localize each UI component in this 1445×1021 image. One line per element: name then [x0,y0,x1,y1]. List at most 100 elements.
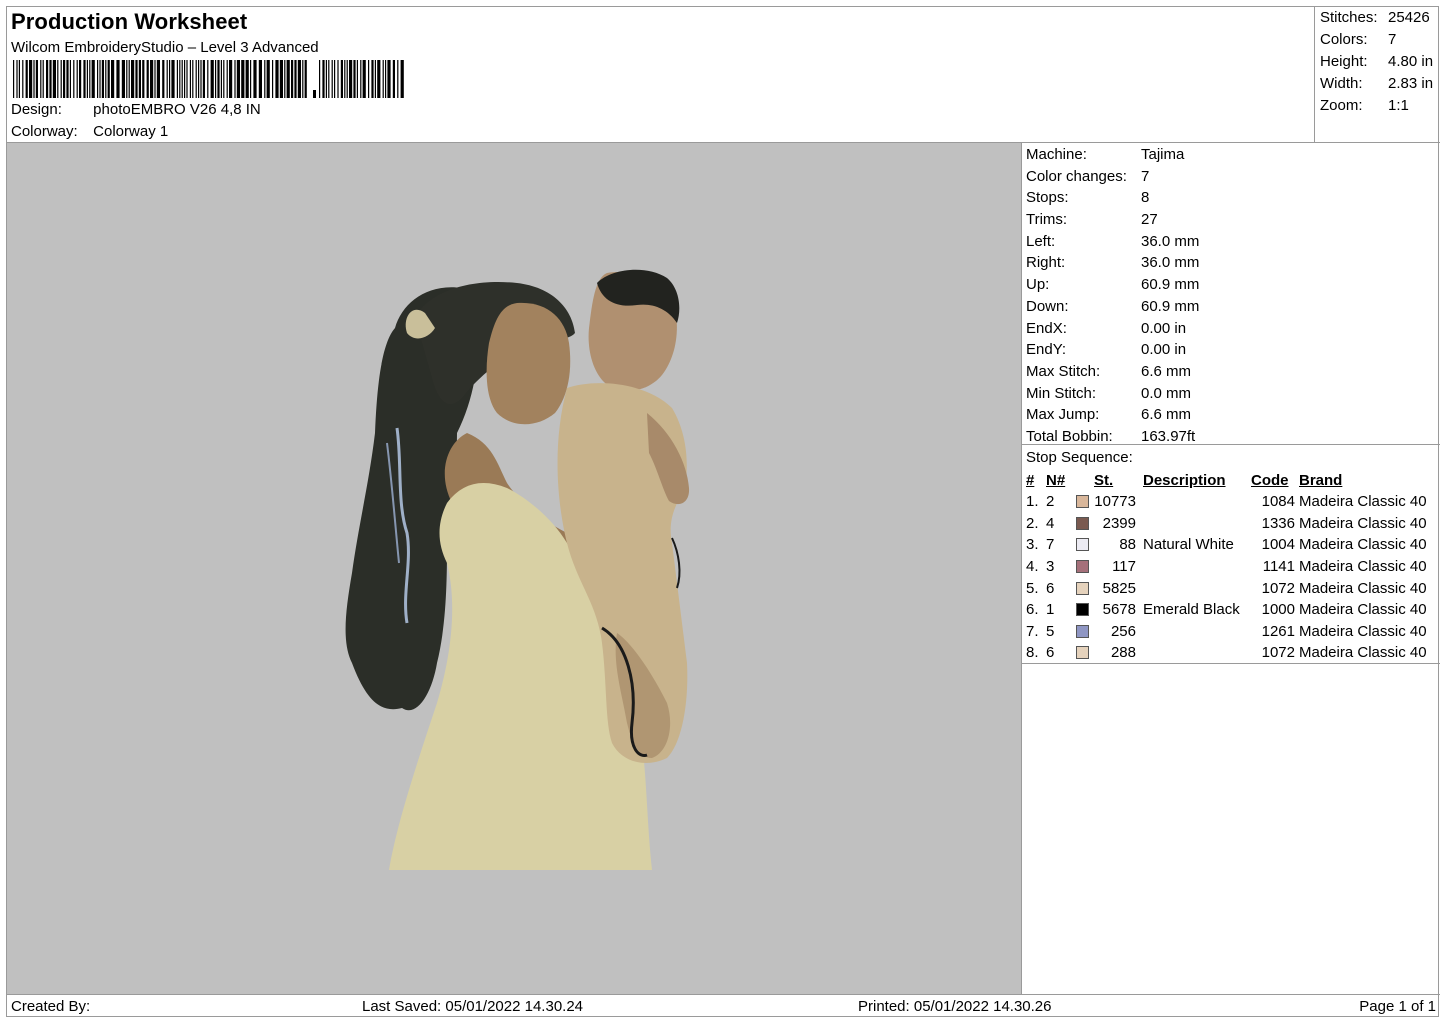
thread-code: 1336 [1261,514,1295,532]
thread-brand: Madeira Classic 40 [1299,579,1427,597]
info-label: Min Stitch: [1026,384,1097,402]
colorway-row: Colorway: Colorway 1 [11,123,168,140]
thread-description [1136,642,1251,664]
worksheet-header: Production Worksheet Wilcom EmbroiderySt… [7,7,1440,143]
summary-value: 25426 [1388,9,1430,26]
col-code: Code [1251,471,1289,489]
info-row: EndY: 0.00 in [1026,339,1440,361]
needle-number: 6 [1046,579,1055,597]
info-row: Min Stitch: 0.0 mm [1026,383,1440,405]
color-swatch [1072,577,1094,599]
design-value: photoEMBRO V26 4,8 IN [93,101,261,118]
info-value: 60.9 mm [1141,276,1200,294]
stitch-count: 88 [1119,536,1136,554]
thread-description [1136,513,1251,535]
summary-value: 7 [1388,31,1397,48]
info-label: Stops: [1026,189,1069,207]
summary-label: Zoom: [1320,97,1363,114]
info-row: Left: 36.0 mm [1026,231,1440,253]
info-label: Machine: [1026,146,1087,163]
thread-brand: Madeira Classic 40 [1299,558,1427,576]
summary-row: Width: 2.83 in [1320,74,1440,96]
summary-row: Height: 4.80 in [1320,52,1440,74]
thread-description [1136,577,1251,599]
needle-number: 2 [1046,493,1055,511]
swatch-box [1076,538,1089,552]
colorway-label: Colorway: [11,123,78,140]
stop-number: 7. [1026,622,1039,640]
info-label: Trims: [1026,211,1068,229]
design-preview[interactable] [7,143,1022,994]
thread-code: 1004 [1261,536,1295,554]
thread-description: Emerald Black [1143,601,1240,619]
info-row: Trims: 27 [1026,209,1440,231]
needle-number: 5 [1046,622,1055,640]
swatch-box [1076,646,1089,660]
colorway-value: Colorway 1 [93,123,169,140]
needle-number: 6 [1046,644,1055,662]
summary-label: Colors: [1320,31,1368,48]
col-swatch [1072,469,1094,491]
summary-value: 2.83 in [1388,75,1434,92]
color-swatch [1072,556,1094,578]
info-value: 60.9 mm [1141,297,1200,315]
info-label: Right: [1026,254,1066,272]
info-value: 0.00 in [1141,319,1187,337]
color-swatch [1072,642,1094,664]
thread-brand: Madeira Classic 40 [1299,493,1427,511]
stop-sequence-panel: Stop Sequence: # N# St. Description Code… [1022,445,1440,664]
thread-code: 1084 [1261,493,1295,511]
table-row: 1. 2 10773 1084 Madeira Classic 40 [1026,491,1427,513]
printed-date: Printed: 05/01/2022 14.30.26 [858,998,1052,1015]
stitch-count: 5678 [1102,601,1136,619]
table-row: 5. 6 5825 1072 Madeira Classic 40 [1026,577,1427,599]
last-saved: Last Saved: 05/01/2022 14.30.24 [362,998,584,1015]
needle-number: 1 [1046,601,1055,619]
color-swatch [1072,534,1094,556]
page-number: Page 1 of 1 [1359,998,1436,1015]
info-label: EndY: [1026,341,1067,359]
thread-code: 1072 [1261,579,1295,597]
info-value: 36.0 mm [1141,254,1200,272]
stop-number: 4. [1026,558,1039,576]
info-label: Up: [1026,276,1050,294]
info-value: Tajima [1141,146,1185,163]
info-row: Up: 60.9 mm [1026,274,1440,296]
col-num: # [1026,471,1035,489]
info-row: Max Stitch: 6.6 mm [1026,361,1440,383]
swatch-box [1076,603,1089,617]
thread-description: Natural White [1143,536,1234,554]
swatch-box [1076,560,1089,574]
needle-number: 7 [1046,536,1055,554]
summary-row: Zoom: 1:1 [1320,96,1440,118]
summary-row: Stitches: 25426 [1320,8,1440,30]
design-row: Design: photoEMBRO V26 4,8 IN [11,101,261,118]
thread-brand: Madeira Classic 40 [1299,536,1427,554]
thread-description [1136,491,1251,513]
summary-label: Stitches: [1320,9,1378,26]
page-title: Production Worksheet [11,9,248,34]
info-label: Left: [1026,232,1056,250]
info-label: Color changes: [1026,167,1127,185]
col-stitches: St. [1094,471,1114,489]
thread-code: 1261 [1261,622,1295,640]
stop-number: 8. [1026,644,1039,662]
table-row: 3. 7 88 Natural White 1004 Madeira Classic 40 [1026,534,1427,556]
table-header-row: # N# St. Description Code Brand [1026,469,1427,491]
stitch-count: 5825 [1102,579,1136,597]
info-row: Max Jump: 6.6 mm [1026,404,1440,426]
design-label: Design: [11,101,62,118]
embroidery-artwork [345,269,690,870]
info-label: Max Stitch: [1026,362,1101,380]
thread-code: 1000 [1261,601,1295,619]
stitch-count: 256 [1110,622,1136,640]
worksheet: Production Worksheet Wilcom EmbroiderySt… [6,6,1440,1017]
stitch-count: 10773 [1094,493,1136,511]
stop-number: 5. [1026,579,1039,597]
swatch-box [1076,624,1089,638]
summary-label: Width: [1320,75,1363,92]
table-row: 4. 3 117 1141 Madeira Classic 40 [1026,556,1427,578]
info-row: Down: 60.9 mm [1026,296,1440,318]
stitch-count: 117 [1112,558,1136,576]
col-brand: Brand [1299,471,1343,489]
